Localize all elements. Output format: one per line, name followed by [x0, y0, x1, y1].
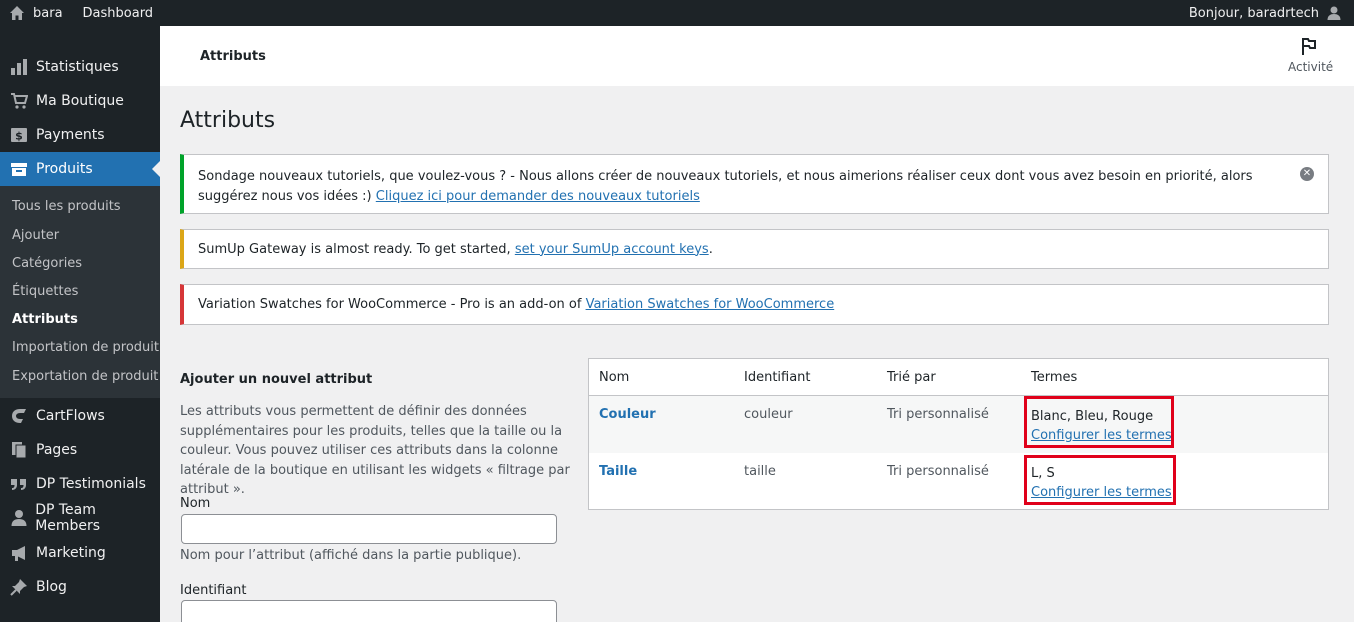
archive-icon — [9, 159, 29, 179]
submenu-importation[interactable]: Importation de produit — [12, 340, 159, 355]
user-avatar-icon[interactable] — [1326, 5, 1342, 21]
add-attribute-title: Ajouter un nouvel attribut — [180, 372, 373, 387]
site-name-link[interactable]: bara — [33, 6, 63, 21]
menu-marketing[interactable]: Marketing — [0, 536, 160, 570]
highlight-box — [1024, 396, 1174, 448]
submenu-categories[interactable]: Catégories — [12, 256, 82, 271]
table-row: Taille taille Tri personnalisé L, S Conf… — [589, 453, 1328, 510]
slug-field-label: Identifiant — [180, 583, 247, 598]
menu-ma-boutique[interactable]: Ma Boutique — [0, 84, 160, 118]
menu-label: CartFlows — [36, 408, 105, 424]
menu-label: Ma Boutique — [36, 93, 124, 109]
produits-submenu: Tous les produits Ajouter Catégories Éti… — [0, 186, 160, 398]
submenu-exportation[interactable]: Exportation de produit — [12, 369, 158, 384]
menu-produits[interactable]: Produits — [0, 152, 160, 186]
menu-cartflows[interactable]: CartFlows — [0, 399, 160, 433]
swatches-notice-text: Variation Swatches for WooCommerce - Pro… — [198, 297, 586, 312]
column-header-identifiant: Identifiant — [744, 370, 811, 385]
menu-label: Marketing — [36, 545, 106, 561]
attribute-order: Tri personnalisé — [887, 407, 989, 422]
menu-label: Produits — [36, 161, 93, 177]
user-icon — [9, 508, 28, 528]
name-field-help: Nom pour l’attribut (affiché dans la par… — [180, 548, 522, 563]
page-header: Attributs Activité — [160, 26, 1354, 86]
menu-label: DP Testimonials — [36, 476, 146, 492]
sumup-keys-link[interactable]: set your SumUp account keys — [515, 242, 709, 257]
survey-notice-link[interactable]: Cliquez ici pour demander des nouveaux t… — [376, 189, 700, 204]
activity-label: Activité — [1288, 60, 1334, 74]
submenu-ajouter[interactable]: Ajouter — [12, 228, 59, 243]
column-header-nom: Nom — [599, 370, 630, 385]
home-icon[interactable] — [9, 5, 25, 21]
highlight-box — [1024, 455, 1176, 505]
submenu-tous-les-produits[interactable]: Tous les produits — [12, 199, 121, 214]
pin-icon — [9, 577, 29, 597]
table-row: Couleur couleur Tri personnalisé Blanc, … — [589, 396, 1328, 453]
sumup-notice-text: SumUp Gateway is almost ready. To get st… — [198, 241, 515, 257]
dollar-icon: $ — [9, 125, 29, 145]
swatches-link[interactable]: Variation Swatches for WooCommerce — [586, 297, 835, 312]
attribute-slug: taille — [744, 464, 776, 479]
attribute-name-link[interactable]: Couleur — [599, 407, 656, 422]
menu-label: Pages — [36, 442, 78, 458]
name-field[interactable] — [181, 514, 557, 544]
chart-bar-icon — [9, 57, 29, 77]
menu-statistiques[interactable]: Statistiques — [0, 50, 160, 84]
submenu-attributs[interactable]: Attributs — [12, 312, 78, 327]
sumup-notice-end: . — [708, 241, 713, 257]
attribute-name-link[interactable]: Taille — [599, 464, 637, 479]
name-field-label: Nom — [180, 496, 211, 511]
cartflows-icon — [9, 406, 29, 426]
flag-icon — [1302, 38, 1316, 55]
page-title: Attributs — [180, 108, 276, 133]
admin-sidebar: Statistiques Ma Boutique $ Payments Prod… — [0, 26, 160, 622]
slug-field[interactable] — [181, 600, 557, 622]
attributes-table: Nom Identifiant Trié par Termes Couleur … — [588, 358, 1329, 510]
column-header-trie-par: Trié par — [887, 370, 936, 385]
swatches-notice: Variation Swatches for WooCommerce - Pro… — [180, 284, 1329, 325]
sumup-notice: SumUp Gateway is almost ready. To get st… — [180, 229, 1329, 269]
menu-label: DP Team Members — [35, 502, 101, 534]
pages-icon — [9, 440, 29, 460]
admin-bar: bara Dashboard Bonjour, baradrtech — [0, 0, 1354, 26]
menu-blog[interactable]: Blog — [0, 570, 160, 604]
attribute-slug: couleur — [744, 407, 793, 422]
megaphone-icon — [9, 543, 29, 563]
menu-label: Blog — [36, 579, 67, 595]
dismiss-notice-icon[interactable]: ✕ — [1300, 167, 1314, 181]
menu-pages[interactable]: Pages — [0, 433, 160, 467]
add-attribute-description: Les attributs vous permettent de définir… — [180, 404, 570, 497]
attribute-order: Tri personnalisé — [887, 464, 989, 479]
menu-payments[interactable]: $ Payments — [0, 118, 160, 152]
menu-label: Statistiques — [36, 59, 119, 75]
header-breadcrumb: Attributs — [200, 49, 266, 64]
cart-icon — [9, 91, 29, 111]
quote-icon — [9, 474, 29, 494]
column-header-termes: Termes — [1031, 370, 1078, 385]
svg-text:$: $ — [15, 130, 23, 143]
submenu-etiquettes[interactable]: Étiquettes — [12, 284, 78, 299]
survey-notice-bold: Sondage nouveaux tutoriels, que voulez-v… — [198, 169, 507, 184]
dashboard-link[interactable]: Dashboard — [83, 6, 154, 21]
table-header: Nom Identifiant Trié par Termes — [589, 359, 1328, 396]
activity-button[interactable]: Activité — [1288, 36, 1334, 74]
survey-notice: Sondage nouveaux tutoriels, que voulez-v… — [180, 154, 1329, 214]
menu-dp-team-members[interactable]: DP Team Members — [0, 501, 160, 535]
menu-dp-testimonials[interactable]: DP Testimonials — [0, 467, 160, 501]
user-greeting[interactable]: Bonjour, baradrtech — [1189, 6, 1319, 21]
menu-label: Payments — [36, 127, 105, 143]
